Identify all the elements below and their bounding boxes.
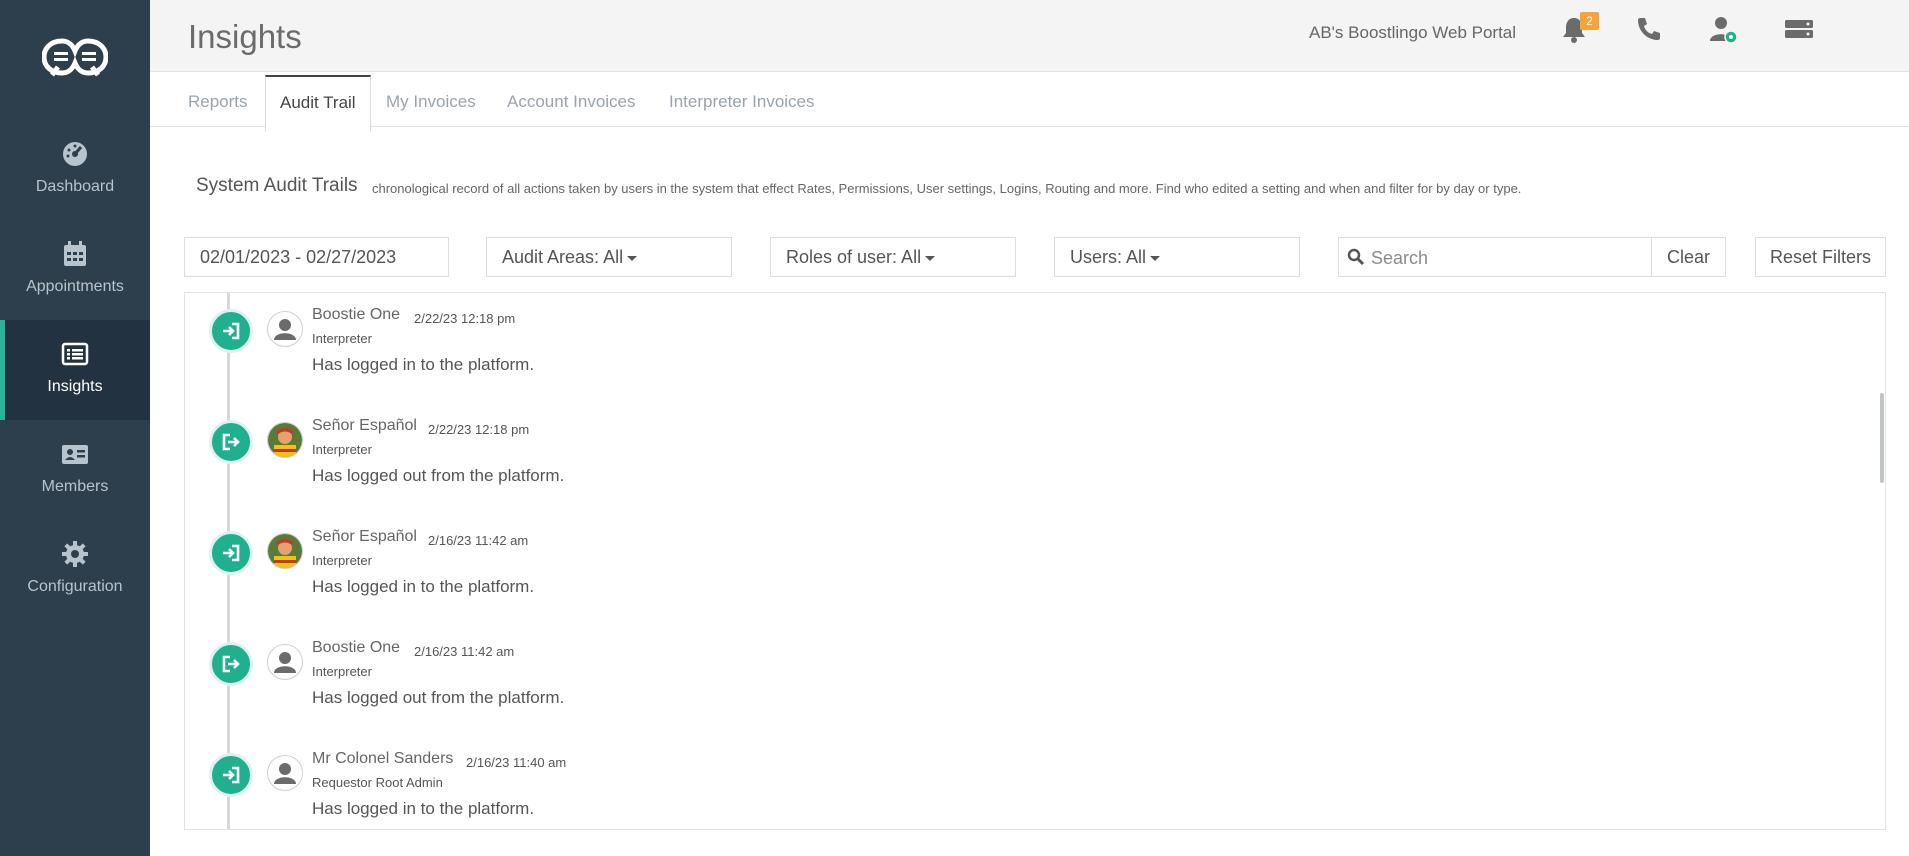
sign-out-icon — [209, 642, 253, 686]
audit-entry: Boostie One 2/22/23 12:18 pm Interpreter Ha… — [185, 293, 1835, 404]
roles-value: Roles of user: All — [786, 247, 922, 267]
audit-message: Has logged in to the platform. — [312, 355, 535, 374]
user-role: Interpreter — [312, 664, 372, 679]
user-role: Requestor Root Admin — [312, 775, 443, 790]
phone-icon[interactable] — [1634, 14, 1664, 44]
date-range-picker[interactable]: 02/01/2023 - 02/27/2023 — [184, 237, 449, 277]
section-title: System Audit Trails — [196, 175, 358, 196]
sidebar-item-appointments[interactable]: Appointments — [0, 220, 150, 320]
top-header: Insights AB's Boostlingo Web Portal 2 — [150, 0, 1909, 72]
audit-entry: Señor Español 2/16/23 11:42 am Interpreter… — [185, 515, 1835, 626]
audit-trail-list[interactable]: Boostie One 2/22/23 12:18 pm Interpreter Ha… — [184, 292, 1886, 830]
boostlingo-logo[interactable] — [42, 35, 108, 79]
audit-areas-dropdown[interactable]: Audit Areas: All — [486, 237, 732, 277]
tab-audit-trail[interactable]: Audit Trail — [265, 75, 371, 132]
sidebar-item-label: Insights — [47, 378, 103, 395]
section-description: chronological record of all actions take… — [372, 181, 1522, 196]
scrollbar[interactable] — [1880, 393, 1884, 483]
users-dropdown[interactable]: Users: All — [1054, 237, 1300, 277]
sign-out-icon — [209, 420, 253, 464]
reset-filters-button[interactable]: Reset Filters — [1755, 237, 1886, 277]
user-name: Señor Español — [312, 528, 417, 545]
calendar-icon — [64, 241, 86, 266]
tab-account-invoices[interactable]: Account Invoices — [493, 72, 650, 126]
server-icon[interactable] — [1784, 14, 1814, 44]
audit-entry: Señor Español 2/22/23 12:18 pm Interpreter… — [185, 404, 1835, 515]
timestamp: 2/22/23 12:18 pm — [428, 422, 530, 437]
user-status-icon[interactable] — [1708, 14, 1738, 44]
sidebar-item-label: Dashboard — [35, 178, 115, 195]
tab-reports[interactable]: Reports — [174, 72, 262, 126]
user-role: Interpreter — [312, 331, 372, 346]
audit-message: Has logged in to the platform. — [312, 577, 535, 596]
roles-dropdown[interactable]: Roles of user: All — [770, 237, 1016, 277]
tab-my-invoices[interactable]: My Invoices — [372, 72, 490, 126]
sign-in-icon — [209, 309, 253, 353]
audit-areas-value: Audit Areas: All — [502, 247, 624, 267]
user-name: Boostie One — [312, 306, 401, 323]
sign-in-icon — [209, 531, 253, 575]
avatar — [267, 755, 303, 791]
tab-bar: Reports Audit Trail My Invoices Account … — [150, 72, 1909, 132]
caret-down-icon — [1150, 255, 1161, 261]
avatar — [267, 311, 303, 347]
user-name: Boostie One — [312, 639, 401, 656]
date-range-value: 02/01/2023 - 02/27/2023 — [200, 247, 397, 267]
sidebar-item-dashboard[interactable]: Dashboard — [0, 120, 150, 220]
user-role: Interpreter — [312, 442, 372, 457]
sidebar-item-configuration[interactable]: Configuration — [0, 520, 150, 620]
user-name: Señor Español — [312, 417, 417, 434]
gear-icon — [62, 541, 88, 567]
audit-entry: Mr Colonel Sanders 2/16/23 11:40 am Reques… — [185, 737, 1835, 829]
timestamp: 2/16/23 11:42 am — [414, 644, 515, 659]
avatar — [267, 644, 303, 680]
sidebar: Dashboard Appointments Insights Members … — [0, 0, 150, 856]
dashboard-icon — [63, 142, 87, 166]
audit-message: Has logged in to the platform. — [312, 799, 535, 818]
search-icon — [1347, 248, 1365, 266]
search-box — [1338, 237, 1652, 277]
timestamp: 2/22/23 12:18 pm — [414, 311, 516, 326]
audit-message: Has logged out from the platform. — [312, 466, 565, 485]
avatar — [267, 533, 303, 569]
page-title: Insights — [188, 18, 302, 55]
sidebar-item-label: Appointments — [26, 278, 124, 295]
id-card-icon — [62, 445, 88, 464]
avatar — [267, 422, 303, 458]
portal-name: AB's Boostlingo Web Portal — [1309, 23, 1517, 42]
users-value: Users: All — [1070, 247, 1147, 267]
sidebar-item-label: Configuration — [27, 578, 123, 595]
sidebar-item-insights[interactable]: Insights — [0, 320, 150, 420]
timestamp: 2/16/23 11:42 am — [428, 533, 529, 548]
clear-button[interactable]: Clear — [1651, 237, 1726, 277]
user-role: Interpreter — [312, 553, 372, 568]
timestamp: 2/16/23 11:40 am — [466, 755, 567, 770]
tab-interpreter-invoices[interactable]: Interpreter Invoices — [655, 72, 829, 126]
audit-entry: Boostie One 2/16/23 11:42 am Interpreter Ha… — [185, 626, 1835, 737]
user-name: Mr Colonel Sanders — [312, 750, 454, 767]
caret-down-icon — [925, 255, 936, 261]
search-input[interactable] — [1369, 240, 1643, 276]
notification-badge: 2 — [1580, 12, 1599, 30]
sidebar-item-members[interactable]: Members — [0, 420, 150, 520]
caret-down-icon — [627, 255, 638, 261]
sidebar-item-label: Members — [41, 478, 109, 495]
audit-message: Has logged out from the platform. — [312, 688, 565, 707]
list-icon — [61, 342, 89, 366]
sign-in-icon — [209, 753, 253, 797]
